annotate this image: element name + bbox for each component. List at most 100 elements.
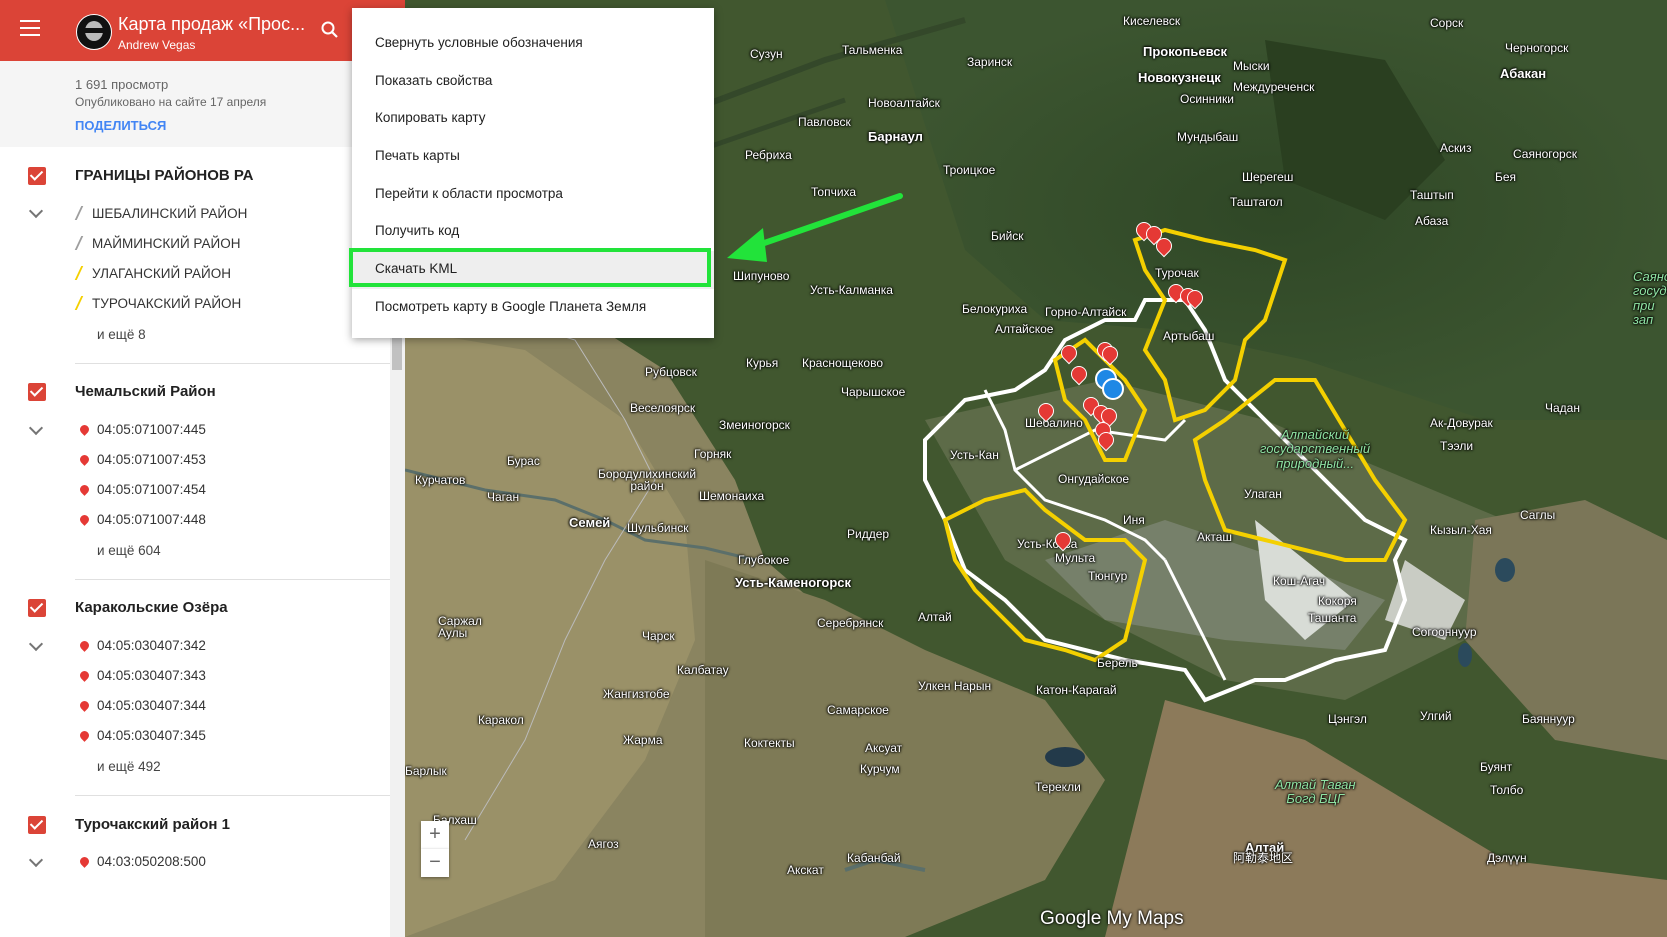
menu-item-print-map[interactable]: Печать карты (375, 148, 460, 163)
map-info: 1 691 просмотр Опубликовано на сайте 17 … (0, 61, 405, 147)
more-items-link[interactable]: и ещё 492 (97, 759, 161, 774)
legend-item[interactable]: УЛАГАНСКИЙ РАЙОН (74, 266, 231, 281)
place-label: Семей (569, 515, 611, 530)
place-label: Буянт (1480, 760, 1513, 774)
more-items-link[interactable]: и ещё 604 (97, 543, 161, 558)
layer-checkbox[interactable] (28, 383, 46, 401)
place-label: Новоалтайск (868, 96, 940, 110)
menu-item-get-code[interactable]: Получить код (375, 223, 459, 238)
place-label: Кокоря (1318, 594, 1357, 608)
pin-icon (78, 423, 91, 436)
chevron-down-icon[interactable] (28, 420, 44, 436)
place-label: Улаган (1244, 487, 1282, 501)
zoom-out-button[interactable]: − (421, 849, 449, 877)
place-label: Саглы (1520, 508, 1556, 522)
place-label: Киселевск (1123, 14, 1181, 28)
place-label: Аксуат (865, 741, 903, 755)
place-label: Абакан (1500, 66, 1547, 81)
legend-item[interactable]: 04:05:030407:344 (78, 698, 206, 713)
legend-item-label: ШЕБАЛИНСКИЙ РАЙОН (92, 206, 248, 221)
place-label: Бурас (507, 454, 540, 468)
layer-title[interactable]: ГРАНИЦЫ РАЙОНОВ РА (75, 167, 253, 184)
hamburger-icon[interactable] (20, 20, 40, 38)
menu-item-collapse-legend[interactable]: Свернуть условные обозначения (375, 35, 583, 50)
avatar[interactable] (76, 14, 112, 50)
place-label: Горняк (694, 447, 732, 461)
place-label: Бородулихинский район (597, 467, 697, 493)
layer-checkbox[interactable] (28, 167, 46, 185)
chevron-down-icon[interactable] (28, 203, 44, 219)
legend-item-label: МАЙМИНСКИЙ РАЙОН (92, 236, 241, 251)
line-icon (74, 206, 90, 220)
menu-item-show-properties[interactable]: Показать свойства (375, 73, 492, 88)
google-my-maps-logo: Google My Maps (1040, 908, 1184, 929)
park-label: Алтай Таван Богд БЦГ (1275, 777, 1356, 807)
chevron-down-icon[interactable] (28, 636, 44, 652)
map-title: Карта продаж «Прос... (118, 14, 306, 34)
place-label: Новокузнецк (1138, 70, 1221, 85)
place-label: Риддер (847, 527, 890, 541)
published-date: Опубликовано на сайте 17 апреля (75, 95, 267, 109)
legend-item[interactable]: 04:05:030407:345 (78, 728, 206, 743)
menu-item-go-to-viewport[interactable]: Перейти к области просмотра (375, 186, 563, 201)
place-label: Барнаул (868, 129, 923, 144)
map-options-menu: Свернуть условные обозначения Показать с… (352, 8, 714, 338)
place-label: Черногорск (1505, 41, 1569, 55)
place-label: Курчум (860, 762, 900, 776)
place-label: Чарск (642, 629, 675, 643)
car-marker-icon[interactable] (1102, 378, 1124, 400)
layer-title[interactable]: Чемальский Район (75, 383, 216, 400)
legend-item-label: 04:05:030407:342 (97, 638, 206, 653)
legend-item-label: 04:05:030407:345 (97, 728, 206, 743)
zoom-in-button[interactable]: + (421, 821, 449, 849)
pin-icon (78, 513, 91, 526)
place-label: Бея (1495, 170, 1517, 184)
pin-icon (78, 699, 91, 712)
map-author[interactable]: Andrew Vegas (118, 38, 195, 52)
layer-title[interactable]: Каракольские Озёра (75, 599, 228, 616)
legend-item[interactable]: 04:05:071007:454 (78, 482, 206, 497)
place-label: Улкен Нарын (918, 679, 992, 693)
layer-title[interactable]: Турочакский район 1 (75, 816, 230, 833)
pin-icon (78, 483, 91, 496)
legend-item[interactable]: 04:03:050208:500 (78, 854, 206, 869)
legend-item[interactable]: МАЙМИНСКИЙ РАЙОН (74, 236, 241, 251)
menu-item-copy-map[interactable]: Копировать карту (375, 110, 485, 125)
legend-item[interactable]: ШЕБАЛИНСКИЙ РАЙОН (74, 206, 248, 221)
pin-icon (78, 669, 91, 682)
place-label: Шульбинск (627, 521, 689, 535)
place-label: Тээли (1440, 439, 1474, 453)
place-label: Аягоз (588, 837, 619, 851)
more-items-link[interactable]: и ещё 8 (97, 327, 146, 342)
place-label: Веселоярск (630, 401, 696, 415)
legend-item[interactable]: 04:05:030407:342 (78, 638, 206, 653)
pin-icon (78, 729, 91, 742)
legend-item[interactable]: 04:05:071007:448 (78, 512, 206, 527)
place-label: Толбо (1490, 783, 1524, 797)
legend-item-label: 04:03:050208:500 (97, 854, 206, 869)
chevron-down-icon[interactable] (28, 852, 44, 868)
place-label: Улгий (1420, 709, 1452, 723)
legend-item[interactable]: 04:05:030407:343 (78, 668, 206, 683)
place-label: Горно-Алтайск (1045, 305, 1127, 319)
legend-item[interactable]: ТУРОЧАКСКИЙ РАЙОН (74, 296, 241, 311)
place-label: Павловск (798, 115, 851, 129)
place-label: Междуреченск (1233, 80, 1315, 94)
place-label: Чадан (1545, 401, 1580, 415)
layer-checkbox[interactable] (28, 599, 46, 617)
highlight-box (349, 248, 711, 287)
menu-item-view-in-google-earth[interactable]: Посмотреть карту в Google Планета Земля (375, 299, 646, 314)
line-icon (74, 236, 90, 250)
place-label: Осинники (1180, 92, 1234, 106)
place-label: Троицкое (943, 163, 996, 177)
place-label: Тальменка (842, 43, 903, 57)
place-label: Усть-Каменогорск (735, 575, 852, 590)
search-icon[interactable] (320, 20, 340, 40)
place-label: Усть-Калманка (810, 283, 893, 297)
legend-item[interactable]: 04:05:071007:445 (78, 422, 206, 437)
layer-checkbox[interactable] (28, 816, 46, 834)
legend-item[interactable]: 04:05:071007:453 (78, 452, 206, 467)
share-button[interactable]: ПОДЕЛИТЬСЯ (75, 118, 166, 133)
place-label: Шерегеш (1242, 170, 1294, 184)
legend-item-label: 04:05:071007:454 (97, 482, 206, 497)
